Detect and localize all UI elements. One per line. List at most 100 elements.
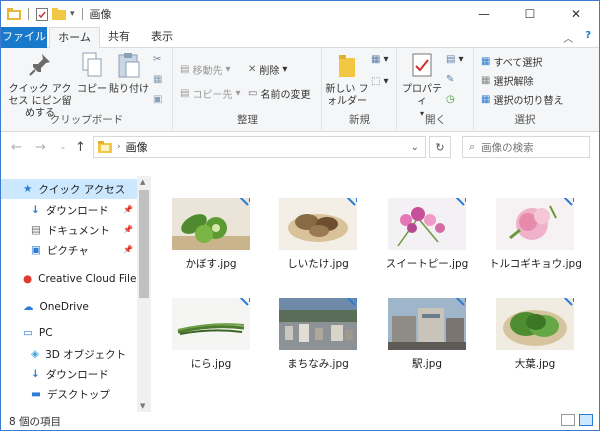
close-button[interactable]: ✕: [553, 1, 599, 27]
star-icon: ★: [23, 183, 33, 195]
navigation-pane: ★ クイック アクセス ↓ ダウンロード 📌 ▤ ドキュメント 📌 ▣ ピクチャ 📌 ● Cre…: [1, 176, 151, 412]
nav-item-creative-cloud[interactable]: ● Creative Cloud Files: [1, 269, 142, 289]
up-arrow-icon[interactable]: ↑: [75, 140, 86, 155]
nav-item-downloads[interactable]: ↓ ダウンロード 📌: [1, 200, 137, 220]
search-box[interactable]: ⌕ 画像の検索: [462, 136, 590, 158]
copy-to-button[interactable]: ▤ コピー先 ▾: [180, 86, 240, 101]
invert-selection-button[interactable]: ▦ 選択の切り替え: [481, 92, 563, 107]
maximize-button[interactable]: ☐: [507, 1, 553, 27]
paste-shortcut-button[interactable]: ▣: [153, 94, 162, 105]
large-icons-view-button[interactable]: [579, 414, 593, 426]
scroll-thumb[interactable]: [139, 190, 149, 298]
new-group: 新しい フォルダー ▦ ▾ ⬚ ▾ 新規: [323, 48, 397, 132]
file-tile[interactable]: 駅.jpg: [381, 298, 473, 371]
cut-button[interactable]: ✂: [153, 54, 161, 65]
chevron-down-icon: ▾: [282, 64, 288, 75]
new-folder-qa-icon[interactable]: [52, 8, 66, 20]
history-button[interactable]: ◷: [446, 94, 455, 105]
open-button[interactable]: ▤ ▾: [446, 54, 463, 65]
file-name: にら.jpg: [190, 358, 232, 370]
image-thumbnail: [496, 298, 574, 350]
image-thumbnail: [279, 198, 357, 250]
refresh-button[interactable]: ↻: [429, 136, 451, 158]
nav-item-label: ダウンロード: [45, 204, 109, 217]
address-bar[interactable]: › 画像 ⌄: [93, 136, 426, 158]
recent-chevron-icon[interactable]: ⌄: [59, 142, 67, 152]
select-group: ▦ すべて選択 ▦ 選択解除 ▦ 選択の切り替え 選択: [475, 48, 575, 132]
file-name: 駅.jpg: [411, 358, 443, 370]
paste-button[interactable]: 貼り付け: [109, 52, 149, 96]
delete-label: 削除: [259, 66, 280, 77]
open-group-label: 開く: [425, 114, 446, 126]
breadcrumb[interactable]: 画像: [126, 139, 148, 155]
select-none-label: 選択解除: [493, 77, 534, 88]
nav-item-documents[interactable]: ▤ ドキュメント 📌: [1, 220, 137, 240]
minimize-button[interactable]: —: [461, 1, 507, 27]
nav-item-quick-access[interactable]: ★ クイック アクセス: [1, 179, 137, 199]
scroll-up-icon[interactable]: ▲: [140, 178, 145, 186]
chevron-up-icon[interactable]: ︿: [563, 30, 573, 45]
new-folder-button[interactable]: 新しい フォルダー: [325, 52, 369, 108]
copy-path-icon: ▦: [153, 74, 163, 85]
nav-item-onedrive[interactable]: ☁ OneDrive: [1, 297, 137, 317]
image-thumbnail: [496, 198, 574, 250]
edit-button[interactable]: ✎: [446, 74, 454, 85]
tab-file[interactable]: ファイル: [1, 27, 47, 48]
window-title: 画像: [89, 8, 112, 21]
nav-item-desktop[interactable]: ▬ デスクトップ: [1, 384, 137, 404]
rename-button[interactable]: ▭ 名前の変更: [248, 86, 310, 101]
tab-share[interactable]: 共有: [102, 27, 136, 48]
copy-button[interactable]: コピー: [77, 52, 107, 96]
nav-scrollbar[interactable]: ▲ ▼: [137, 176, 151, 412]
copy-path-button[interactable]: ▦: [153, 74, 162, 85]
nav-item-pc[interactable]: ▭ PC: [1, 323, 137, 343]
move-to-button[interactable]: ▤ 移動先 ▾: [180, 62, 230, 77]
view-switcher: [561, 414, 593, 426]
3d-objects-icon: ◈: [31, 348, 40, 360]
file-tile[interactable]: かぼす.jpg: [165, 198, 257, 271]
easy-access-button[interactable]: ⬚ ▾: [371, 76, 388, 87]
forward-arrow-icon[interactable]: →: [35, 140, 46, 155]
properties-button[interactable]: プロパティ ▾: [400, 52, 444, 120]
document-icon: ▤: [31, 224, 41, 236]
sync-status-icon: [346, 198, 357, 206]
nav-item-pc-downloads[interactable]: ↓ ダウンロード: [1, 364, 137, 384]
address-dropdown-icon[interactable]: ⌄: [411, 142, 419, 153]
properties-label: プロパティ: [402, 84, 442, 107]
new-item-button[interactable]: ▦ ▾: [371, 54, 388, 65]
qa-dropdown-icon[interactable]: ▾: [70, 9, 75, 19]
nav-item-3d-objects[interactable]: ◈ 3D オブジェクト: [1, 344, 137, 364]
select-all-label: すべて選択: [493, 58, 543, 69]
properties-qa-icon[interactable]: [36, 7, 48, 21]
nav-item-pictures[interactable]: ▣ ピクチャ 📌: [1, 240, 137, 260]
move-to-label: 移動先: [192, 66, 223, 77]
sync-status-icon: [346, 298, 357, 306]
file-tile[interactable]: スイートピー.jpg: [381, 198, 473, 271]
select-all-button[interactable]: ▦ すべて選択: [481, 54, 542, 69]
tab-view[interactable]: 表示: [141, 27, 183, 48]
organize-group-label: 整理: [237, 114, 258, 126]
pin-icon: 📌: [123, 245, 133, 254]
file-tile[interactable]: にら.jpg: [165, 298, 257, 371]
select-none-button[interactable]: ▦ 選択解除: [481, 73, 533, 88]
nav-item-label: PC: [38, 327, 53, 339]
file-tile[interactable]: 大葉.jpg: [489, 298, 581, 371]
sync-status-icon: [239, 298, 250, 306]
new-folder-label: 新しい フォルダー: [325, 84, 369, 107]
delete-button[interactable]: ✕ 削除 ▾: [248, 62, 287, 77]
desktop-icon: ▬: [31, 388, 41, 400]
scroll-down-icon[interactable]: ▼: [140, 402, 145, 410]
copy-to-label: コピー先: [192, 90, 233, 101]
back-arrow-icon[interactable]: ←: [11, 140, 22, 155]
details-view-button[interactable]: [561, 414, 575, 426]
pin-quick-access-button[interactable]: クイック アクセス にピン留めする: [5, 52, 75, 120]
ribbon-tabs: ファイル ホーム 共有 表示 ︿ ?: [1, 27, 599, 49]
file-tile[interactable]: しいたけ.jpg: [272, 198, 364, 271]
easy-access-icon: ⬚: [371, 76, 381, 87]
sync-status-icon: [455, 198, 466, 206]
file-tile[interactable]: まちなみ.jpg: [272, 298, 364, 371]
help-icon[interactable]: ?: [585, 30, 591, 45]
file-tile[interactable]: トルコギキョウ.jpg: [489, 198, 582, 271]
new-group-label: 新規: [349, 114, 370, 126]
tab-home[interactable]: ホーム: [49, 27, 100, 49]
